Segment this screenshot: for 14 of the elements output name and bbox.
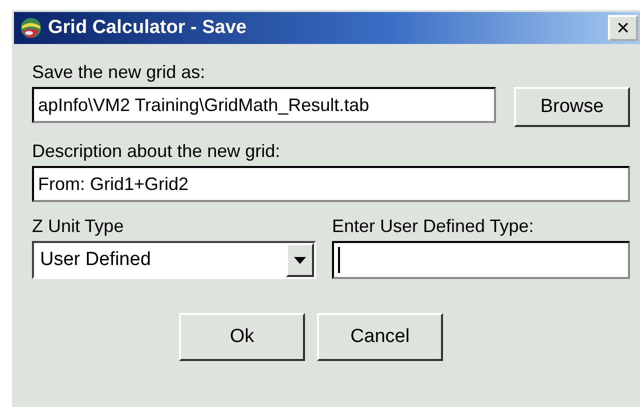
file-path-field[interactable]: apInfo\VM2 Training\GridMath_Result.tab — [32, 87, 496, 123]
field-label: Save the new grid as: — [32, 62, 206, 83]
user-type-field[interactable] — [332, 241, 630, 279]
dialog-button[interactable]: Cancel — [317, 313, 443, 361]
window-title: Grid Calculator - Save — [48, 17, 248, 39]
field-label: Z Unit Type — [32, 216, 125, 237]
globe-icon — [20, 17, 42, 39]
close-button[interactable]: × — [608, 15, 638, 41]
description-field[interactable]: From: Grid1+Grid2 — [32, 166, 630, 202]
unit-type-dropdown[interactable]: User Defined — [32, 241, 316, 279]
field-label: Description about the new grid: — [32, 141, 282, 162]
browse-button[interactable]: Browse — [514, 87, 630, 127]
dialog-button[interactable]: Ok — [179, 313, 305, 361]
field-label: Enter User Defined Type: — [332, 216, 535, 237]
